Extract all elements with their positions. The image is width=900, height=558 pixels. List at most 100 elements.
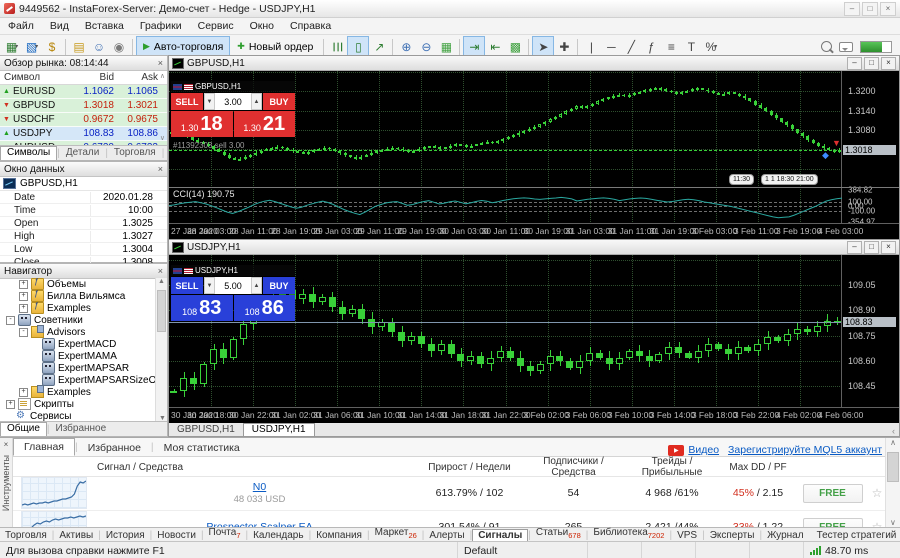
one-click-trading-widget[interactable]: USDJPY,H1SELL▼5.00▲BUY1088310886 xyxy=(171,265,295,321)
navigator-item-ExpertMACD[interactable]: ExpertMACD xyxy=(0,338,167,350)
candles-chart-button[interactable]: ▯ xyxy=(347,36,369,57)
chart-tab-GBPUSD,H1[interactable]: GBPUSD,H1 xyxy=(169,424,243,436)
crosshair-button[interactable]: ✚ xyxy=(554,37,574,56)
sell-price[interactable]: 1.3018 xyxy=(171,111,233,137)
video-link[interactable]: ▶Видео xyxy=(668,444,719,456)
market-watch-tab-Детали[interactable]: Детали xyxy=(60,147,105,159)
docking-button[interactable]: ▩ xyxy=(505,37,525,56)
navigator-item-Билла Вильямса[interactable]: +Билла Вильямса xyxy=(0,290,167,302)
close-icon[interactable]: × xyxy=(158,164,163,174)
toolbox-scrollbar[interactable]: ∧∨ xyxy=(885,438,900,528)
bottom-tab-Статьи[interactable]: Статьи678 xyxy=(531,527,586,542)
collapse-icon[interactable]: - xyxy=(6,316,15,325)
market-watch-tab-Торговля[interactable]: Торговля xyxy=(108,147,162,159)
menu-item-Вид[interactable]: Вид xyxy=(42,20,77,32)
bottom-tab-Библиотека[interactable]: Библиотека7202 xyxy=(588,527,669,542)
line-chart-button[interactable]: ↗ xyxy=(369,37,389,56)
bottom-tab-Почта[interactable]: Почта7 xyxy=(204,527,246,542)
buy-price[interactable]: 10886 xyxy=(234,295,296,321)
sell-button[interactable]: SELL xyxy=(171,93,203,110)
tab-scroll-left-icon[interactable]: ‹ xyxy=(892,426,899,436)
sell-price[interactable]: 10883 xyxy=(171,295,233,321)
shift-end-button[interactable]: ⇥ xyxy=(463,36,485,57)
chart-tab-USDJPY,H1[interactable]: USDJPY,H1 xyxy=(243,423,315,436)
search-icon[interactable] xyxy=(821,41,832,52)
time-axis[interactable]: 27 Jan 202028 Jan 03:0028 Jan 11:0028 Ja… xyxy=(169,223,899,239)
fibonacci-button[interactable]: ƒ xyxy=(641,37,661,56)
buy-button[interactable]: BUY xyxy=(263,93,295,110)
accounts-button[interactable]: $ xyxy=(42,37,62,56)
expand-icon[interactable]: + xyxy=(19,280,28,289)
signal-row[interactable]: Prospector Scalper EA301.54% / 912652 42… xyxy=(13,510,886,528)
cursor-button[interactable]: ➤ xyxy=(532,36,554,57)
close-button[interactable]: × xyxy=(881,241,896,254)
expand-icon[interactable]: + xyxy=(19,388,28,397)
market-watch-row[interactable]: ▼GBPUSD1.30181.3021 xyxy=(0,99,167,113)
chart-plot-area[interactable]: ▼◆11:301 1 18:30 21:00#11392303 sell 3.0… xyxy=(169,71,899,239)
status-profile[interactable]: Default xyxy=(458,542,588,558)
expand-icon[interactable]: + xyxy=(19,304,28,313)
navigator-item-Examples[interactable]: +Examples xyxy=(0,302,167,314)
channel-button[interactable]: ≡ xyxy=(661,37,681,56)
toolbox-tab-Главная[interactable]: Главная xyxy=(13,438,75,456)
toolbox-tab-Моя статистика[interactable]: Моя статистика xyxy=(154,440,250,456)
navigator-item-Advisors[interactable]: -Advisors xyxy=(0,326,167,338)
buy-price[interactable]: 1.3021 xyxy=(234,111,296,137)
trendline-button[interactable]: ╱ xyxy=(621,37,641,56)
auto-scroll-button[interactable]: ⇤ xyxy=(485,37,505,56)
minimize-button[interactable]: – xyxy=(844,2,860,16)
minimize-button[interactable]: – xyxy=(847,57,862,70)
signals-icon[interactable]: ◉ xyxy=(109,37,129,56)
lot-size-spinner[interactable]: ▼5.00▲ xyxy=(204,277,262,294)
expand-icon[interactable]: + xyxy=(19,292,28,301)
maximize-button[interactable]: □ xyxy=(862,2,878,16)
objects-button[interactable]: %▾ xyxy=(701,37,721,56)
menu-item-Окно[interactable]: Окно xyxy=(242,20,282,32)
navigator-tab-Избранное[interactable]: Избранное xyxy=(50,423,113,435)
bottom-tab-Маркет[interactable]: Маркет26 xyxy=(370,527,422,542)
tile-windows-button[interactable]: ▦ xyxy=(436,37,456,56)
chat-icon[interactable] xyxy=(839,42,853,52)
zoom-in-button[interactable]: ⊕ xyxy=(396,37,416,56)
maximize-button[interactable]: □ xyxy=(864,241,879,254)
time-axis[interactable]: 30 Jan 202030 Jan 18:0030 Jan 22:0031 Ja… xyxy=(169,407,899,423)
menu-item-Файл[interactable]: Файл xyxy=(0,20,42,32)
register-mql5-link[interactable]: Зарегистрируйте MQL5 аккаунт xyxy=(728,444,882,456)
menu-item-Сервис[interactable]: Сервис xyxy=(190,20,242,32)
spinner-up-icon[interactable]: ▲ xyxy=(251,277,262,294)
menu-item-Вставка[interactable]: Вставка xyxy=(77,20,132,32)
expand-icon[interactable]: + xyxy=(6,400,15,409)
close-icon[interactable]: × xyxy=(158,266,163,276)
sell-button[interactable]: SELL xyxy=(171,277,203,294)
navigator-item-ExpertMAPSARSizeOptim[interactable]: ExpertMAPSARSizeOptim xyxy=(0,374,167,386)
market-watch-row[interactable]: ▲USDJPY108.83108.86 xyxy=(0,127,167,141)
toolbox-tab-Избранное[interactable]: Избранное xyxy=(78,440,151,456)
one-click-trading-widget[interactable]: GBPUSD,H1SELL▼3.00▲BUY1.30181.3021 xyxy=(171,81,295,137)
price-scale[interactable]: 109.05108.90108.75108.60108.45108.83 xyxy=(841,255,899,408)
menu-item-Графики[interactable]: Графики xyxy=(132,20,190,32)
new-chart-button[interactable]: ▦▾ xyxy=(2,37,22,56)
autotrade-button[interactable]: ▶Авто-торговля xyxy=(136,36,230,57)
navigator-item-Examples[interactable]: +Examples xyxy=(0,386,167,398)
spinner-down-icon[interactable]: ▼ xyxy=(204,93,215,110)
navigator-item-Объемы[interactable]: +Объемы xyxy=(0,278,167,290)
collapse-icon[interactable]: - xyxy=(19,328,28,337)
scroll-down-icon[interactable]: ∨ xyxy=(160,134,165,142)
maximize-button[interactable]: □ xyxy=(864,57,879,70)
close-button[interactable]: × xyxy=(881,57,896,70)
text-button[interactable]: T xyxy=(681,37,701,56)
zoom-out-button[interactable]: ⊖ xyxy=(416,37,436,56)
market-watch-row[interactable]: ▲EURUSD1.10621.1065 xyxy=(0,85,167,99)
close-icon[interactable]: × xyxy=(158,58,163,68)
chart-title-bar[interactable]: USDJPY,H1–□× xyxy=(169,240,899,255)
navigator-item-Скрипты[interactable]: +Скрипты xyxy=(0,398,167,410)
community-icon[interactable]: ☺ xyxy=(89,37,109,56)
new-order-button[interactable]: ✚Новый ордер xyxy=(230,36,320,57)
chart-title-bar[interactable]: GBPUSD,H1–□× xyxy=(169,56,899,71)
buy-button[interactable]: BUY xyxy=(263,277,295,294)
price-scale[interactable]: 1.32001.31401.30801.3018384.82100.000.00… xyxy=(841,71,899,224)
scroll-up-icon[interactable]: ∧ xyxy=(160,72,165,80)
spinner-up-icon[interactable]: ▲ xyxy=(251,93,262,110)
vertical-line-button[interactable]: | xyxy=(581,37,601,56)
profiles-button[interactable]: ▧▾ xyxy=(22,37,42,56)
